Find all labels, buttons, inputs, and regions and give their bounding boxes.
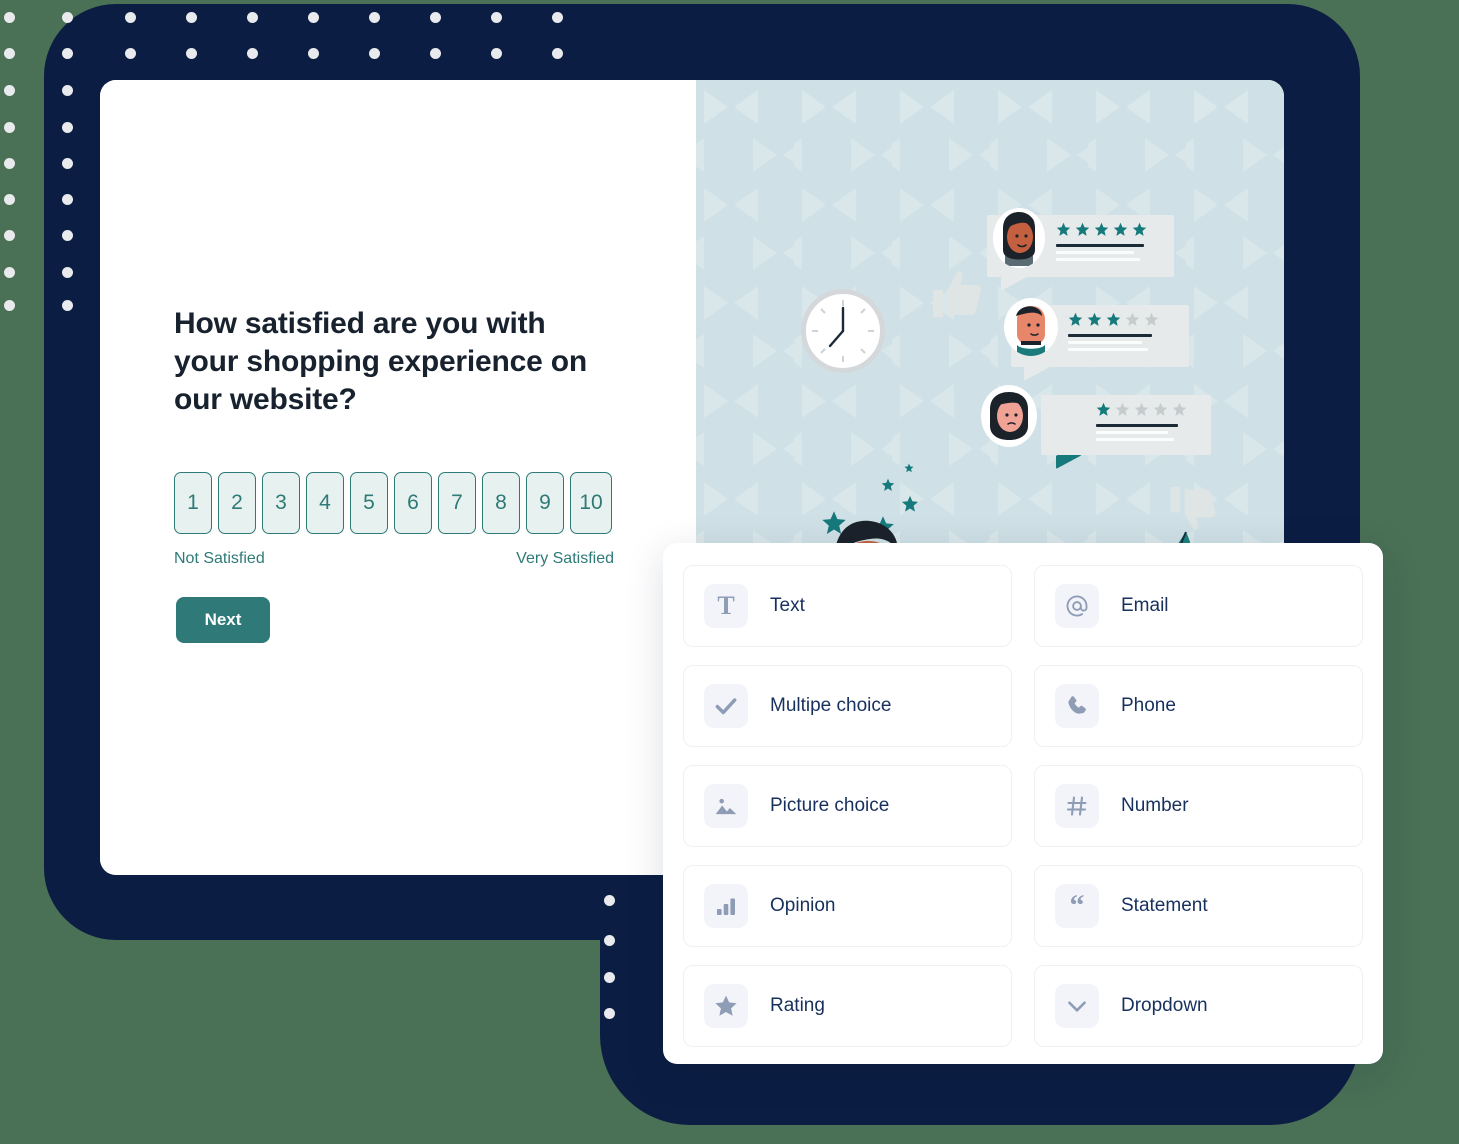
rating-scale[interactable]: 1 2 3 4 5 6 7 8 9 10 xyxy=(174,472,612,534)
question-type-number[interactable]: Number xyxy=(1034,765,1363,847)
question-title: How satisfied are you with your shopping… xyxy=(174,307,588,417)
phone-icon xyxy=(1055,684,1099,728)
question-type-multipe-choice[interactable]: Multipe choice xyxy=(683,665,1012,747)
review-stars xyxy=(1068,312,1159,327)
question-type-label: Text xyxy=(770,595,805,616)
question-type-label: Email xyxy=(1121,595,1169,616)
avatar xyxy=(1004,298,1058,356)
next-button[interactable]: Next xyxy=(176,597,270,643)
decorative-dot xyxy=(4,300,15,311)
question-type-label: Multipe choice xyxy=(770,695,892,716)
question-type-label: Opinion xyxy=(770,895,836,916)
scale-option-9[interactable]: 9 xyxy=(526,472,564,534)
wall-clock-icon xyxy=(801,289,885,373)
thumbs-up-icon xyxy=(928,265,988,325)
question-type-phone[interactable]: Phone xyxy=(1034,665,1363,747)
scale-option-6[interactable]: 6 xyxy=(394,472,432,534)
decorative-dot xyxy=(4,85,15,96)
decorative-dot xyxy=(4,122,15,133)
scale-endpoint-labels: Not Satisfied Very Satisfied xyxy=(174,550,614,568)
question-type-panel: T Text Email Multipe choice Phone Picture cho… xyxy=(663,543,1383,1064)
scale-option-5[interactable]: 5 xyxy=(350,472,388,534)
question-type-label: Phone xyxy=(1121,695,1176,716)
avatar xyxy=(981,385,1037,447)
checkmark-icon xyxy=(704,684,748,728)
scale-high-label: Very Satisfied xyxy=(516,550,614,567)
review-text-lines xyxy=(1056,244,1144,265)
image-icon xyxy=(704,784,748,828)
decorative-dot xyxy=(4,230,15,241)
decorative-dot xyxy=(4,48,15,59)
scale-option-8[interactable]: 8 xyxy=(482,472,520,534)
screenshot-stage: How satisfied are you with your shopping… xyxy=(0,0,1459,1144)
decorative-dot xyxy=(4,158,15,169)
scale-option-2[interactable]: 2 xyxy=(218,472,256,534)
review-stars xyxy=(1056,222,1147,237)
review-text-lines xyxy=(1068,334,1152,355)
question-type-label: Dropdown xyxy=(1121,995,1208,1016)
chevron-down-icon xyxy=(1055,984,1099,1028)
decorative-dot xyxy=(4,194,15,205)
decorative-dot xyxy=(4,12,15,23)
question-type-label: Picture choice xyxy=(770,795,890,816)
bar-chart-icon xyxy=(704,884,748,928)
scale-option-7[interactable]: 7 xyxy=(438,472,476,534)
question-type-email[interactable]: Email xyxy=(1034,565,1363,647)
review-stars xyxy=(1096,402,1187,417)
scale-option-4[interactable]: 4 xyxy=(306,472,344,534)
scale-option-10[interactable]: 10 xyxy=(570,472,612,534)
review-text-lines xyxy=(1096,424,1178,445)
question-type-opinion[interactable]: Opinion xyxy=(683,865,1012,947)
question-type-statement[interactable]: “ Statement xyxy=(1034,865,1363,947)
survey-question-pane: How satisfied are you with your shopping… xyxy=(100,80,696,875)
question-type-rating[interactable]: Rating xyxy=(683,965,1012,1047)
question-type-dropdown[interactable]: Dropdown xyxy=(1034,965,1363,1047)
text-icon: T xyxy=(704,584,748,628)
at-sign-icon xyxy=(1055,584,1099,628)
quote-icon: “ xyxy=(1055,884,1099,928)
question-type-picture-choice[interactable]: Picture choice xyxy=(683,765,1012,847)
scale-option-3[interactable]: 3 xyxy=(262,472,300,534)
star-icon xyxy=(704,984,748,1028)
avatar xyxy=(993,208,1045,268)
hash-icon xyxy=(1055,784,1099,828)
decorative-dot xyxy=(4,267,15,278)
question-type-label: Rating xyxy=(770,995,825,1016)
scale-low-label: Not Satisfied xyxy=(174,550,265,567)
question-type-text[interactable]: T Text xyxy=(683,565,1012,647)
question-type-label: Number xyxy=(1121,795,1189,816)
question-type-label: Statement xyxy=(1121,895,1208,916)
scale-option-1[interactable]: 1 xyxy=(174,472,212,534)
